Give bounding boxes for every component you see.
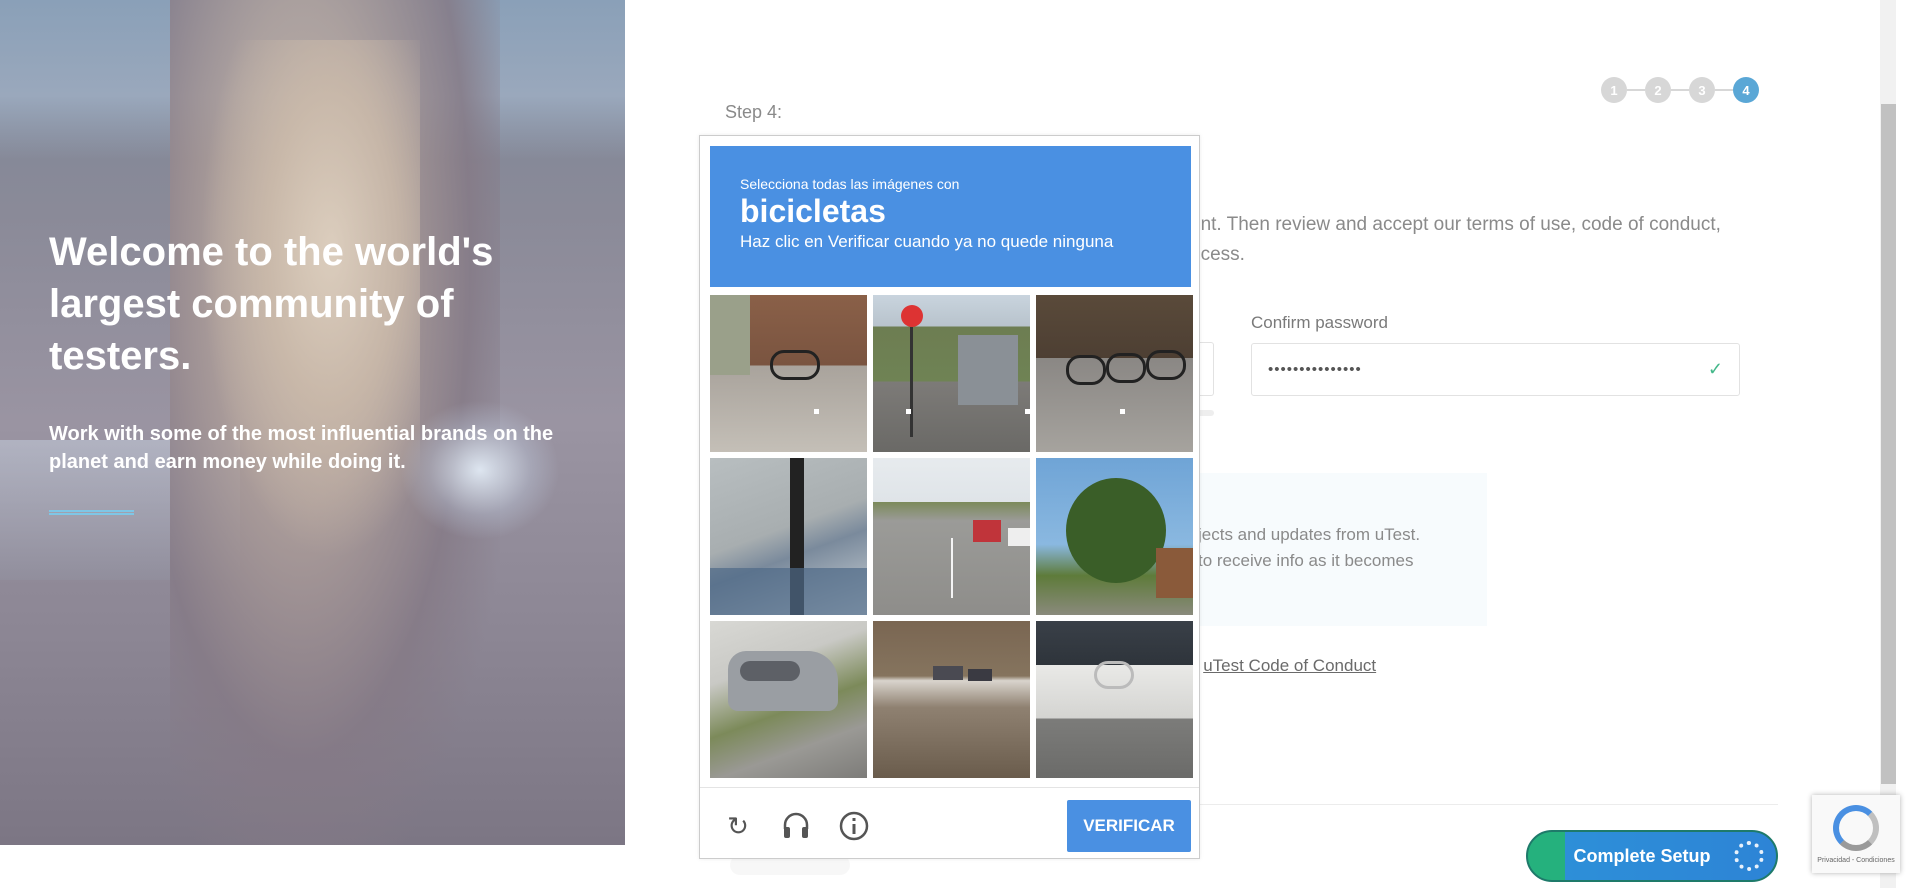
complete-setup-button[interactable]: Complete Setup (1526, 830, 1778, 882)
newsletter-text: to receive info as it becomes (1198, 551, 1414, 570)
code-of-conduct-link[interactable]: uTest Code of Conduct (1203, 656, 1376, 675)
complete-setup-label: Complete Setup (1573, 845, 1711, 866)
challenge-tile-snowy-street[interactable] (873, 621, 1030, 778)
step-4: 4 (1733, 77, 1759, 103)
recaptcha-challenge: Selecciona todas las imágenes con bicicl… (699, 135, 1200, 859)
verify-button[interactable]: VERIFICAR (1067, 800, 1191, 852)
step-3: 3 (1689, 77, 1715, 103)
hero-panel: Welcome to the world's largest community… (0, 0, 625, 845)
reload-icon[interactable]: ↻ (722, 810, 754, 842)
challenge-tile-bikes-by-garage[interactable] (710, 295, 867, 452)
step-connector (1715, 89, 1733, 91)
step-connector (1627, 89, 1645, 91)
step-2: 2 (1645, 77, 1671, 103)
scrollbar-thumb[interactable] (1881, 104, 1896, 784)
challenge-tile-road-with-cars[interactable] (873, 458, 1030, 615)
hero-subtitle: Work with some of the most influential b… (49, 423, 554, 473)
code-of-conduct-line: e uTest Code of Conduct (1189, 656, 1376, 676)
challenge-tile-stop-sign-street[interactable] (873, 295, 1030, 452)
divider (1150, 804, 1778, 805)
step-connector (1671, 89, 1689, 91)
confirm-password-label: Confirm password (1251, 313, 1388, 332)
headphones-icon[interactable] (780, 810, 812, 842)
recaptcha-badge[interactable]: Privacidad - Condiciones (1812, 795, 1900, 873)
challenge-tile-tree-by-house[interactable] (1036, 458, 1193, 615)
recaptcha-logo-icon (1833, 804, 1879, 851)
check-icon: ✓ (1707, 359, 1723, 379)
info-glyph (839, 811, 869, 841)
challenge-target: bicicletas (740, 193, 886, 229)
info-icon[interactable] (838, 810, 870, 842)
step-label: Step 4: (725, 102, 783, 122)
recaptcha-badge-text: Privacidad - Condiciones (1817, 856, 1895, 864)
headphones-glyph (783, 812, 809, 838)
challenge-footer: ↻ VERIFICAR (700, 787, 1199, 859)
hero-divider (49, 510, 134, 515)
challenge-grid (710, 295, 1193, 778)
challenge-tile-parked-silver-car[interactable] (710, 621, 867, 778)
newsletter-box (1150, 473, 1487, 626)
challenge-tile-bikes-on-rack[interactable] (1036, 295, 1193, 452)
newsletter-text: jects and updates from uTest. (1198, 525, 1421, 544)
hero-title: Welcome to the world's largest community… (49, 230, 494, 378)
loading-spinner-icon (1734, 841, 1764, 871)
challenge-tile-overhang-building[interactable] (710, 458, 867, 615)
challenge-hint: Haz clic en Verificar cuando ya no quede… (740, 232, 1114, 251)
confirm-password-value: ••••••••••••••• (1268, 361, 1362, 378)
challenge-prompt: Selecciona todas las imágenes con (740, 176, 960, 192)
intro-text: unt. Then review and accept our terms of… (1190, 210, 1750, 270)
confirm-password-field[interactable]: ••••••••••••••• ✓ (1251, 343, 1740, 396)
step-1: 1 (1601, 77, 1627, 103)
challenge-header: Selecciona todas las imágenes con bicicl… (710, 146, 1191, 287)
challenge-tile-bike-by-wall[interactable] (1036, 621, 1193, 778)
window-edge (1896, 0, 1920, 888)
intro-line: unt. Then review and accept our terms of… (1190, 214, 1721, 235)
stepper: 1 2 3 4 (1601, 77, 1759, 103)
intro-line: ocess. (1190, 244, 1245, 265)
